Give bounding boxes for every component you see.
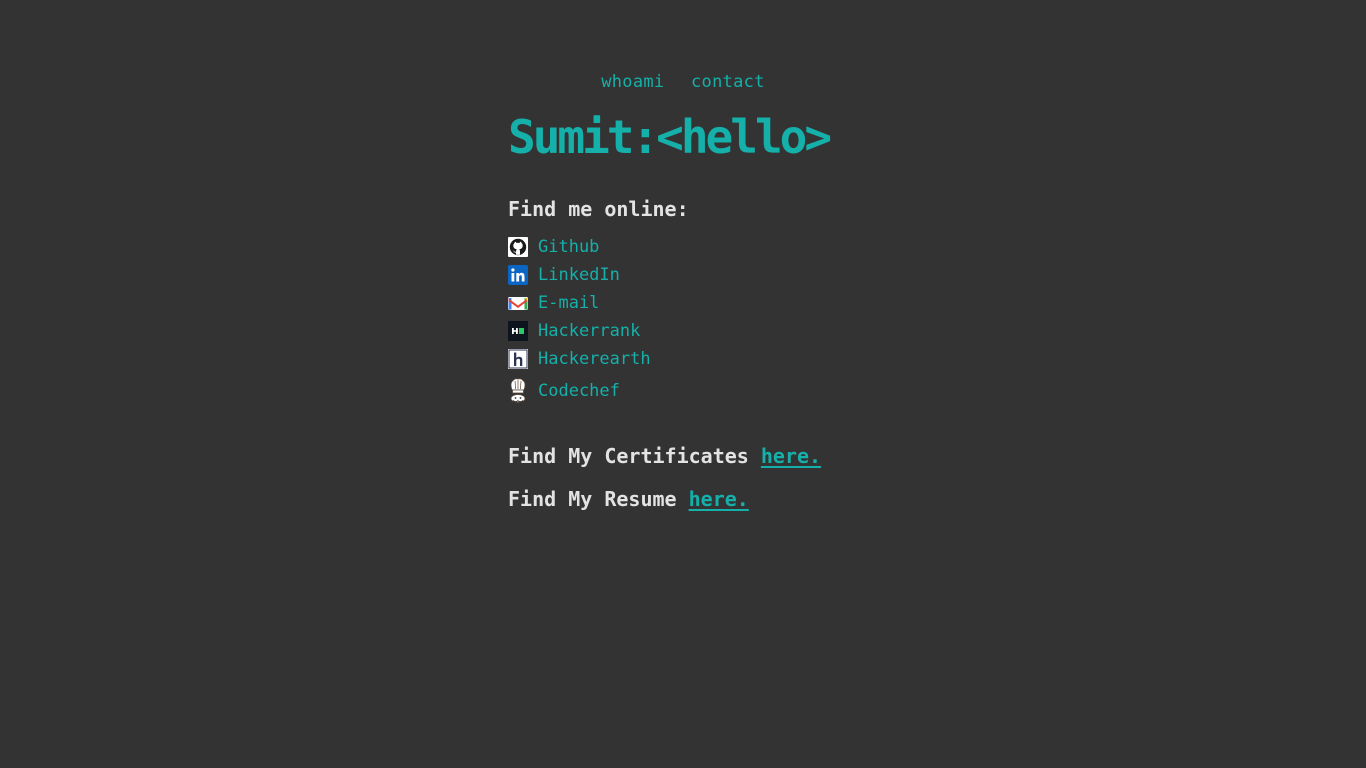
certificates-line: Find My Certificates here. [508, 443, 928, 469]
social-link-codechef: Codechef [508, 373, 928, 409]
github-icon [508, 237, 528, 257]
social-link-github: Github [508, 233, 928, 261]
linkedin-icon [508, 265, 528, 285]
page: whoami contact Sumit:<hello> Find me onl… [0, 0, 1366, 768]
certificates-link[interactable]: here. [761, 444, 821, 468]
page-title: Sumit:<hello> [508, 110, 832, 164]
nav-link-whoami[interactable]: whoami [601, 72, 664, 92]
resume-link[interactable]: here. [689, 487, 749, 511]
codechef-link[interactable]: Codechef [538, 379, 620, 403]
social-link-hackerearth: Hackerearth [508, 345, 928, 373]
nav-link-contact[interactable]: contact [691, 72, 765, 92]
resume-line: Find My Resume here. [508, 486, 928, 512]
resume-text: Find My Resume [508, 487, 689, 511]
hackerrank-icon [508, 321, 528, 341]
certificates-text: Find My Certificates [508, 444, 761, 468]
hackerrank-link[interactable]: Hackerrank [538, 319, 640, 343]
find-online-heading: Find me online: [508, 197, 689, 221]
hackerearth-link[interactable]: Hackerearth [538, 347, 651, 371]
top-nav: whoami contact [0, 70, 1366, 94]
social-links-list: Github LinkedIn E-mail Hackerrank Hacker… [508, 233, 928, 409]
hackerearth-icon [508, 349, 528, 369]
email-link[interactable]: E-mail [538, 291, 599, 315]
social-link-linkedin: LinkedIn [508, 261, 928, 289]
social-link-hackerrank: Hackerrank [508, 317, 928, 345]
main-content: Sumit:<hello> Find me online: Github Lin… [508, 108, 928, 512]
github-link[interactable]: Github [538, 235, 599, 259]
social-link-email: E-mail [508, 289, 928, 317]
linkedin-link[interactable]: LinkedIn [538, 263, 620, 287]
codechef-icon [508, 377, 528, 405]
gmail-icon [508, 293, 528, 313]
